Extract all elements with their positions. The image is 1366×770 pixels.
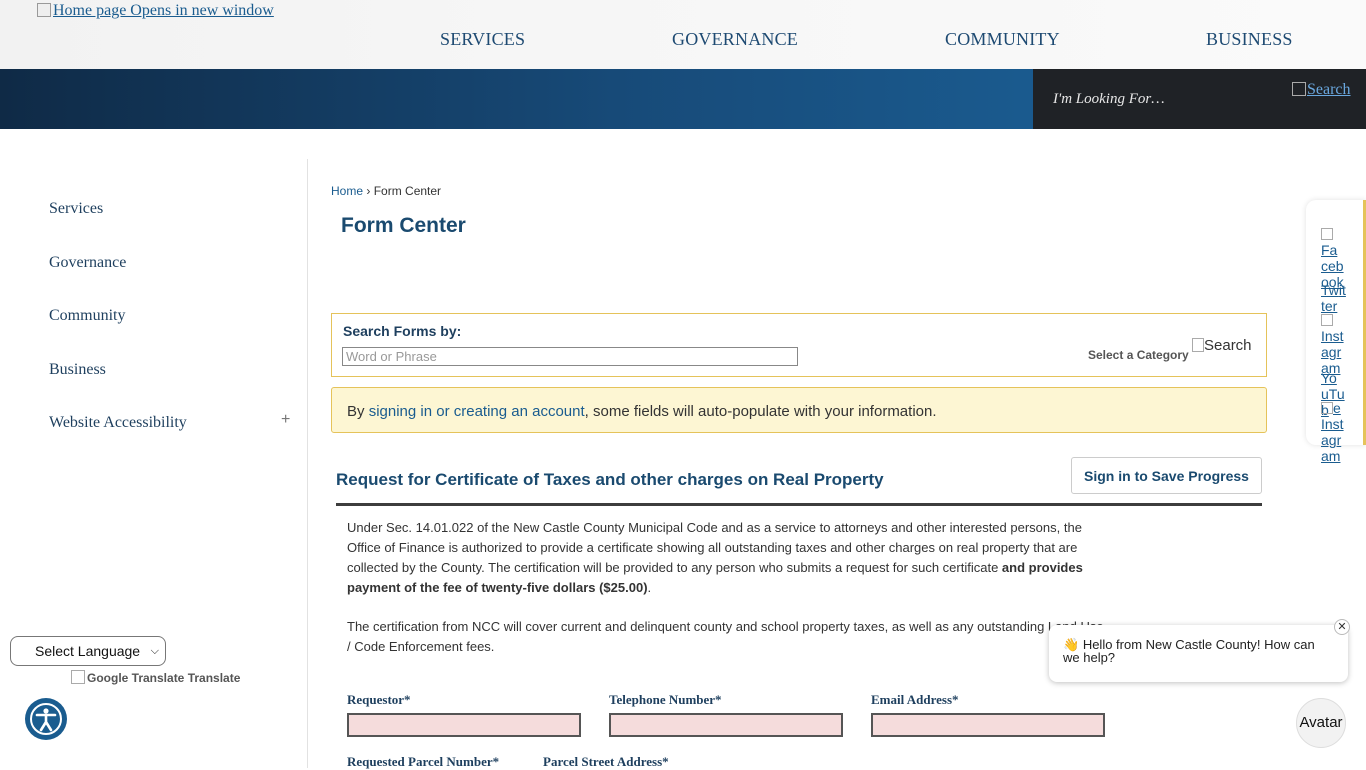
google-translate[interactable]: Google Translate Translate xyxy=(71,670,240,685)
nav-governance[interactable]: GOVERNANCE xyxy=(672,29,798,50)
instagram2-alt-3: am xyxy=(1321,448,1341,464)
divider xyxy=(336,503,1262,506)
form-description: Under Sec. 14.01.022 of the New Castle C… xyxy=(347,518,1107,598)
translate-label: Translate xyxy=(187,671,241,685)
twitter-link[interactable]: Twitter xyxy=(1321,282,1349,314)
sidebar-item-business[interactable]: Business xyxy=(49,361,106,379)
broken-image-icon xyxy=(37,3,51,17)
chat-avatar-button[interactable]: Avatar xyxy=(1296,698,1346,748)
sign-in-link[interactable]: signing in or creating an account xyxy=(369,403,585,420)
breadcrumb: Home › Form Center xyxy=(331,184,441,198)
nav-business[interactable]: BUSINESS xyxy=(1206,29,1293,50)
chat-greeting[interactable]: 👋 Hello from New Castle County! How can … xyxy=(1049,625,1348,682)
twitter-alt-1: Tw xyxy=(1321,282,1339,298)
sidebar-item-website-accessibility[interactable]: Website Accessibility xyxy=(49,414,187,432)
search-forms-input[interactable]: Word or Phrase xyxy=(342,347,798,366)
nav-community[interactable]: COMMUNITY xyxy=(945,29,1060,50)
instagram2-alt-2: agr xyxy=(1321,432,1342,448)
search-forms-button-label: Search xyxy=(1204,337,1252,354)
search-forms-button[interactable]: Search xyxy=(1192,337,1252,354)
form-coverage-text: The certification from NCC will cover cu… xyxy=(347,619,1104,654)
description-end: . xyxy=(647,580,652,595)
breadcrumb-separator: › xyxy=(366,184,371,198)
social-links: Fa cebook Twitter Inst agr am Yo uTub e Inst a… xyxy=(1306,200,1366,464)
facebook-alt-2: ceb xyxy=(1321,258,1344,274)
instagram-icon xyxy=(1321,314,1333,326)
sidebar-item-governance[interactable]: Governance xyxy=(49,254,126,272)
breadcrumb-current: Form Center xyxy=(373,184,442,198)
facebook-alt-1: Fa xyxy=(1321,242,1338,258)
description-text: Under Sec. 14.01.022 of the New Castle C… xyxy=(347,520,1082,575)
close-icon[interactable]: ✕ xyxy=(1334,619,1350,635)
site-search: I'm Looking For… Search xyxy=(1033,69,1366,129)
site-search-button-label: Search xyxy=(1307,81,1351,98)
youtube-alt-1: Yo xyxy=(1321,370,1337,386)
search-icon xyxy=(1192,338,1204,352)
instagram-alt-2: agr xyxy=(1321,344,1342,360)
email-input[interactable] xyxy=(871,713,1105,737)
notice-suffix: , some fields will auto-populate with yo… xyxy=(584,403,937,420)
sign-in-notice: By signing in or creating an account, so… xyxy=(331,387,1267,433)
expand-plus-icon[interactable]: + xyxy=(281,411,290,429)
site-search-input[interactable]: I'm Looking For… xyxy=(1053,91,1165,108)
sign-in-save-button[interactable]: Sign in to Save Progress xyxy=(1071,457,1262,494)
breadcrumb-home[interactable]: Home xyxy=(331,184,363,198)
instagram-icon xyxy=(1321,402,1333,414)
page-title: Form Center xyxy=(341,214,466,237)
logo-alt-text: Home page Opens in new window xyxy=(53,2,274,19)
broken-image-icon xyxy=(71,670,85,684)
youtube-alt-3: e xyxy=(1333,400,1341,416)
telephone-label: Telephone Number* xyxy=(609,692,722,707)
language-select[interactable]: Select Language ⌵ xyxy=(10,636,166,666)
facebook-icon xyxy=(1321,228,1333,240)
instagram2-alt-1: Inst xyxy=(1321,416,1344,432)
instagram-alt-1: Inst xyxy=(1321,328,1344,344)
instagram-link[interactable]: Inst agr am xyxy=(1321,312,1349,376)
google-translate-alt: Google Translate xyxy=(87,671,185,685)
sidebar-item-services[interactable]: Services xyxy=(49,200,103,218)
accessibility-icon xyxy=(30,703,62,735)
site-header: Home page Opens in new window SERVICES G… xyxy=(0,0,1366,69)
requestor-input[interactable] xyxy=(347,713,581,737)
category-select[interactable]: Select a Category xyxy=(1088,348,1189,362)
sidebar-item-community[interactable]: Community xyxy=(49,307,125,325)
accessibility-button[interactable] xyxy=(25,698,67,740)
search-icon xyxy=(1292,82,1306,96)
chat-message: Hello from New Castle County! How can we… xyxy=(1063,637,1315,665)
form-title: Request for Certificate of Taxes and oth… xyxy=(336,470,884,489)
facebook-link[interactable]: Fa cebook xyxy=(1321,226,1349,290)
nav-services[interactable]: SERVICES xyxy=(440,29,525,50)
email-label: Email Address* xyxy=(871,692,959,707)
home-logo-link[interactable]: Home page Opens in new window xyxy=(37,2,274,20)
telephone-input[interactable] xyxy=(609,713,843,737)
instagram-link-2[interactable]: e Inst agr am xyxy=(1321,400,1349,464)
notice-prefix: By xyxy=(347,403,369,420)
chevron-down-icon: ⌵ xyxy=(150,645,159,657)
search-forms-panel: Search Forms by: Word or Phrase Select a… xyxy=(331,313,1267,377)
requestor-label: Requestor* xyxy=(347,692,411,707)
search-forms-label: Search Forms by: xyxy=(343,323,462,339)
site-search-button[interactable]: Search xyxy=(1292,81,1351,99)
language-select-value: Select Language xyxy=(35,643,141,659)
